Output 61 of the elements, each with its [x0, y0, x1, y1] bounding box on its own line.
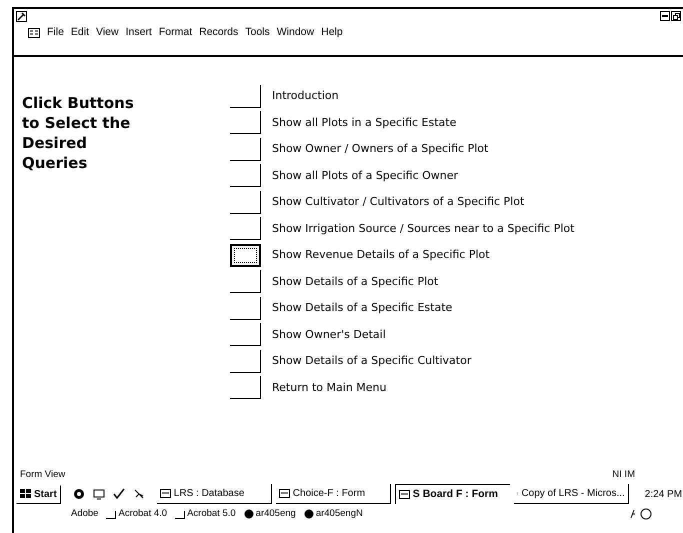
query-button[interactable] — [230, 111, 261, 134]
toolbar-link[interactable]: Acrobat 5.0 — [187, 506, 236, 522]
minimize-icon — [662, 15, 668, 17]
minimize-button[interactable] — [660, 11, 670, 21]
query-label: Return to Main Menu — [272, 380, 386, 396]
query-label: Show Cultivator / Cultivators of a Specific Plot — [272, 194, 524, 210]
query-button[interactable] — [230, 270, 261, 294]
menu-item[interactable]: File — [47, 25, 64, 41]
instruction-text: Queries — [22, 153, 88, 173]
toolbar-link[interactable]: Acrobat 4.0 — [118, 506, 168, 522]
toolbar-link[interactable]: Adobe — [71, 506, 98, 522]
query-label: Show all Plots in a Specific Estate — [272, 114, 456, 130]
status-text: Form View — [20, 468, 66, 482]
menu-item[interactable]: Edit — [70, 25, 90, 41]
instruction-text: to Select the — [22, 113, 130, 133]
query-button[interactable] — [230, 217, 261, 240]
query-label: Show Owner's Detail — [272, 326, 386, 342]
start-button[interactable]: Start — [16, 484, 61, 504]
desktop-icon[interactable] — [92, 488, 105, 500]
restore-button[interactable] — [671, 11, 681, 21]
toolbar-link[interactable]: ar405eng — [256, 506, 296, 522]
menu-item[interactable]: Help — [321, 25, 343, 41]
query-label: Show Details of a Specific Estate — [272, 300, 452, 316]
taskbar-button[interactable]: S Board F : Form — [394, 484, 510, 504]
menu-item[interactable]: Records — [199, 25, 238, 41]
tray-icons[interactable] — [629, 508, 653, 520]
taskbar-button[interactable]: LRS : Database — [156, 484, 272, 504]
status-indicators: NI IM — [612, 468, 635, 482]
taskbar-button[interactable]: Copy of LRS - Micros... — [514, 484, 629, 504]
query-label: Introduction — [272, 88, 339, 104]
menu-item[interactable]: Tools — [245, 25, 270, 41]
folder-icon — [106, 510, 116, 518]
instruction-text: Desired — [22, 133, 88, 153]
menu-item[interactable]: Format — [158, 25, 192, 41]
instruction-text: Click Buttons — [22, 93, 134, 113]
query-label: Show Revenue Details of a Specific Plot — [272, 247, 490, 263]
restore-icon — [672, 12, 680, 20]
app-icon — [244, 509, 254, 519]
browser-icon[interactable] — [72, 488, 85, 500]
folder-icon — [175, 510, 186, 518]
query-button[interactable] — [230, 323, 261, 346]
query-label: Show all Plots of a Specific Owner — [272, 168, 458, 184]
satellite-icon[interactable] — [132, 488, 145, 500]
menu-item[interactable]: View — [96, 25, 119, 41]
form-icon[interactable] — [28, 28, 40, 38]
clock: 2:24 PM — [644, 488, 682, 502]
query-label: Show Details of a Specific Cultivator — [272, 353, 472, 369]
query-label: Show Owner / Owners of a Specific Plot — [272, 141, 488, 157]
check-icon[interactable] — [112, 488, 125, 500]
toolbar-link[interactable]: ar405engN — [316, 506, 363, 522]
windows-flag-icon — [20, 489, 32, 499]
menu-item[interactable]: Window — [276, 25, 314, 41]
query-button[interactable] — [230, 376, 261, 400]
menu-item[interactable]: Insert — [126, 25, 152, 41]
taskbar-button[interactable]: Choice-F : Form — [276, 484, 391, 504]
query-button[interactable] — [230, 164, 261, 188]
query-button[interactable] — [230, 244, 261, 267]
query-label: Show Details of a Specific Plot — [272, 274, 438, 290]
app-icon — [304, 509, 314, 519]
query-label: Show Irrigation Source / Sources near to a Specific Plot — [272, 220, 574, 236]
app-icon — [16, 10, 27, 22]
